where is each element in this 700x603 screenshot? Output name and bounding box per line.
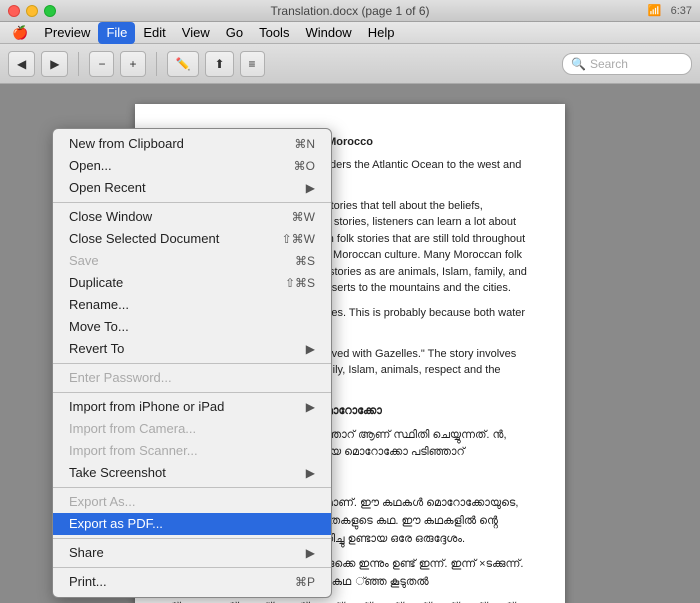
toolbar-separator-2 [156,52,157,76]
menu-export-as: Export As... [53,491,331,513]
print-shortcut: ⌘P [295,571,315,593]
move-to-label: Move To... [69,316,129,338]
take-screenshot-label: Take Screenshot [69,462,166,484]
menu-bar: 🍎 Preview File Edit View Go Tools Window… [0,22,700,44]
sep-3 [53,392,331,393]
open-recent-arrow: ▶ [306,177,315,199]
sep-5 [53,538,331,539]
open-label: Open... [69,155,112,177]
export-as-label: Export As... [69,491,135,513]
file-menu-dropdown: New from Clipboard ⌘N Open... ⌘O Open Re… [52,128,332,598]
sep-4 [53,487,331,488]
open-shortcut: ⌘O [294,155,315,177]
maximize-button[interactable] [44,5,56,17]
menu-import-iphone[interactable]: Import from iPhone or iPad ▶ Import from… [53,396,331,418]
menu-export-pdf[interactable]: Export as PDF... [53,513,331,535]
menu-move-to[interactable]: Move To... [53,316,331,338]
traffic-lights [8,5,56,17]
import-iphone-arrow: ▶ [306,396,315,418]
apple-menu[interactable]: 🍎 [4,22,36,44]
sidebar-button[interactable]: ≡ [240,51,265,77]
menu-enter-password: Enter Password... [53,367,331,389]
share-arrow: ▶ [306,542,315,564]
menu-share[interactable]: Share ▶ [53,542,331,564]
window-title: Translation.docx (page 1 of 6) [271,4,430,18]
import-camera-label: Import from Camera... [69,418,196,440]
duplicate-label: Duplicate [69,272,123,294]
import-iphone-label: Import from iPhone or iPad [69,396,224,418]
menu-view[interactable]: View [174,22,218,44]
back-button[interactable]: ◀ [8,51,35,77]
take-screenshot-arrow: ▶ [306,462,315,484]
new-clipboard-label: New from Clipboard [69,133,184,155]
zoom-in-button[interactable]: + [120,51,145,77]
markup-button[interactable]: ✏️ [167,51,200,77]
close-selected-label: Close Selected Document [69,228,219,250]
toolbar-separator-1 [78,52,79,76]
menu-tools[interactable]: Tools [251,22,297,44]
save-shortcut: ⌘S [295,250,315,272]
sep-2 [53,363,331,364]
rename-label: Rename... [69,294,129,316]
zoom-out-button[interactable]: − [89,51,114,77]
doc-malayalam-5: ്ഞ്ഞ കഥ ്ഞ്ഞ ്ഞ്ഞ ്ഞ്ഞ ്ഞ ്ഞ. ്ഞ ്ഞ ്ഞ ്… [170,599,530,603]
revert-to-arrow: ▶ [306,338,315,360]
share-label: Share [69,542,104,564]
search-box[interactable]: 🔍 Search [562,53,692,75]
search-placeholder: Search [590,57,628,71]
sep-1 [53,202,331,203]
menu-open-recent[interactable]: Open Recent ▶ [53,177,331,199]
print-label: Print... [69,571,107,593]
close-button[interactable] [8,5,20,17]
toolbar: ◀ ▶ − + ✏️ ⬆ ≡ 🔍 Search [0,44,700,84]
time-display: 6:37 [671,5,692,17]
menu-open[interactable]: Open... ⌘O [53,155,331,177]
menu-print[interactable]: Print... ⌘P [53,571,331,593]
menu-close-window[interactable]: Close Window ⌘W [53,206,331,228]
menu-rename[interactable]: Rename... [53,294,331,316]
minimize-button[interactable] [26,5,38,17]
menu-file[interactable]: File [98,22,135,44]
menu-revert-to[interactable]: Revert To ▶ [53,338,331,360]
revert-to-label: Revert To [69,338,124,360]
search-icon: 🔍 [571,57,586,71]
close-selected-shortcut: ⇧⌘W [282,228,315,250]
new-clipboard-shortcut: ⌘N [294,133,315,155]
menu-go[interactable]: Go [218,22,251,44]
menu-help[interactable]: Help [360,22,403,44]
document-area: Morocco most northwestern country. It bo… [0,84,700,603]
menu-preview[interactable]: Preview [36,22,98,44]
menu-window[interactable]: Window [297,22,359,44]
close-window-shortcut: ⌘W [292,206,315,228]
save-label: Save [69,250,99,272]
open-recent-label: Open Recent [69,177,146,199]
menu-new-clipboard[interactable]: New from Clipboard ⌘N [53,133,331,155]
close-window-label: Close Window [69,206,152,228]
import-scanner-label: Import from Scanner... [69,440,198,462]
title-bar-right: 📶 6:37 [648,4,692,17]
title-bar: Translation.docx (page 1 of 6) 📶 6:37 [0,0,700,22]
export-pdf-label: Export as PDF... [69,513,163,535]
menu-import-camera: Import from Camera... [53,418,331,440]
sep-6 [53,567,331,568]
menu-save: Save ⌘S [53,250,331,272]
menu-close-selected[interactable]: Close Selected Document ⇧⌘W [53,228,331,250]
duplicate-shortcut: ⇧⌘S [285,272,315,294]
menu-edit[interactable]: Edit [135,22,173,44]
share-button[interactable]: ⬆ [205,51,233,77]
enter-password-label: Enter Password... [69,367,172,389]
menu-take-screenshot[interactable]: Take Screenshot ▶ [53,462,331,484]
menu-duplicate[interactable]: Duplicate ⇧⌘S [53,272,331,294]
menu-import-scanner: Import from Scanner... [53,440,331,462]
forward-button[interactable]: ▶ [41,51,68,77]
wifi-icon: 📶 [648,5,662,17]
